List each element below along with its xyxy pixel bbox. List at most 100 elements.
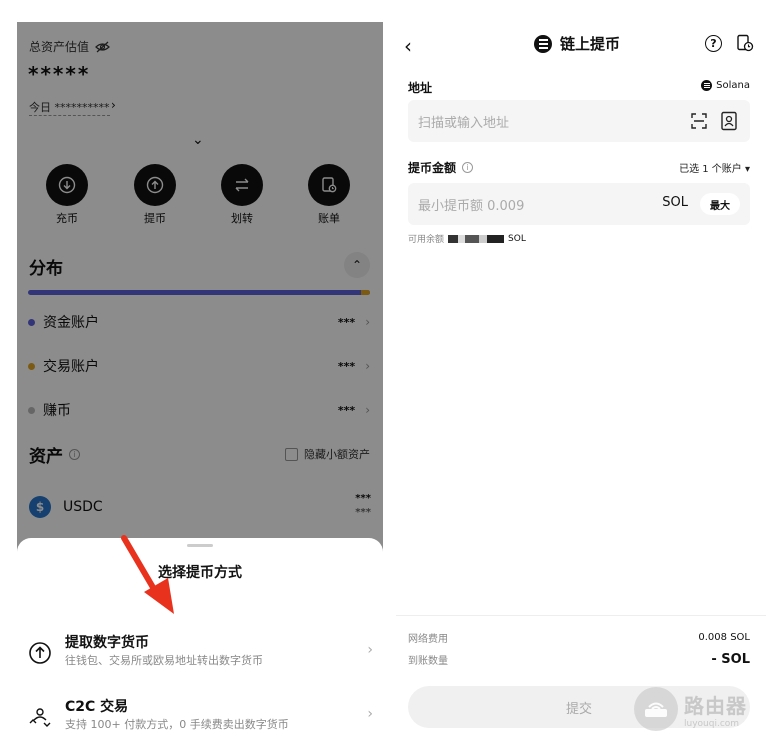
earn-account-dot bbox=[28, 406, 35, 414]
option-title: 提取数字货币 bbox=[65, 635, 149, 651]
asset-estimate-label: 总资产估值 bbox=[29, 40, 90, 54]
amount-header: 提币金额 i bbox=[408, 159, 474, 176]
page-title-text: 链上提币 bbox=[560, 35, 621, 53]
checkbox-icon[interactable] bbox=[285, 447, 298, 461]
account-select[interactable]: 已选 1 个账户 ▾ bbox=[679, 160, 750, 175]
available-unit: SOL bbox=[508, 233, 526, 244]
hide-small-assets-toggle[interactable]: 隐藏小额资产 bbox=[285, 446, 370, 462]
transfer-label: 划转 bbox=[231, 212, 253, 225]
info-icon[interactable]: i bbox=[462, 162, 474, 173]
account-name: 赚币 bbox=[43, 403, 71, 419]
coin-values: *** *** bbox=[355, 492, 371, 520]
account-row-fund[interactable]: 资金账户 *** › bbox=[28, 311, 370, 333]
asset-overview-panel: 总资产估值 ***** 今日 ********** › ⌄ 充币 提币 划转 账… bbox=[17, 22, 383, 742]
sheet-handle[interactable] bbox=[187, 544, 213, 547]
eye-off-icon[interactable] bbox=[95, 41, 110, 53]
address-book-icon[interactable] bbox=[720, 111, 738, 131]
fee-label: 网络费用 bbox=[408, 634, 448, 645]
transfer-icon bbox=[221, 164, 263, 206]
withdraw-crypto-option[interactable]: 提取数字货币 往钱包、交易所或欧易地址转出数字货币 › bbox=[27, 632, 373, 672]
option-subtitle: 支持 100+ 付款方式，0 手续费卖出数字货币 bbox=[65, 718, 289, 731]
watermark-cn: 路由器 bbox=[684, 693, 747, 718]
withdraw-button[interactable]: 提币 bbox=[125, 164, 185, 226]
divider bbox=[396, 615, 766, 616]
account-value: *** bbox=[337, 315, 356, 329]
distribution-bar-trade-segment bbox=[361, 290, 370, 295]
network-name: Solana bbox=[716, 80, 750, 91]
address-input[interactable]: 扫描或输入地址 bbox=[408, 100, 750, 142]
distribution-title: 分布 bbox=[29, 259, 63, 279]
sheet-title: 选择提币方式 bbox=[158, 565, 242, 581]
account-value: *** bbox=[337, 403, 356, 417]
trade-account-dot bbox=[28, 362, 35, 370]
annotation-arrow-icon bbox=[121, 535, 174, 614]
bill-label: 账单 bbox=[318, 212, 340, 225]
coin-value: *** bbox=[355, 493, 371, 504]
coin-row-usdc[interactable]: $ USDC *** *** bbox=[29, 492, 371, 522]
deposit-button[interactable]: 充币 bbox=[37, 164, 97, 226]
assets-title: 资产 bbox=[29, 447, 63, 467]
asset-overview-content: 总资产估值 ***** 今日 ********** › ⌄ 充币 提币 划转 账… bbox=[17, 22, 383, 562]
router-logo-icon bbox=[634, 687, 678, 731]
c2c-users-icon bbox=[29, 708, 51, 727]
history-icon[interactable] bbox=[736, 34, 754, 52]
solana-icon bbox=[534, 34, 552, 53]
usdc-icon: $ bbox=[29, 496, 51, 518]
option-subtitle: 往钱包、交易所或欧易地址转出数字货币 bbox=[65, 654, 263, 667]
network-fee-row: 网络费用 0.008 SOL bbox=[408, 630, 750, 645]
today-pnl[interactable]: 今日 ********** bbox=[29, 99, 110, 116]
account-name: 资金账户 bbox=[43, 315, 99, 331]
chevron-up-icon[interactable]: ⌃ bbox=[344, 252, 370, 278]
coin-sub-value: *** bbox=[355, 507, 371, 518]
watermark-text: 路由器 luyouqi.com bbox=[684, 690, 747, 729]
account-row-trade[interactable]: 交易账户 *** › bbox=[28, 355, 370, 377]
back-arrow-icon[interactable]: ‹ bbox=[404, 34, 412, 58]
chevron-down-icon[interactable]: ⌄ bbox=[192, 132, 204, 148]
available-label: 可用余额 bbox=[408, 235, 445, 245]
help-icon[interactable]: ? bbox=[705, 35, 722, 52]
asset-estimate-header: 总资产估值 bbox=[29, 38, 110, 55]
account-value: *** bbox=[337, 359, 356, 373]
onchain-withdraw-panel: ‹ 链上提币 ? 地址 Solana 扫描或输入地址 提币金额 i 已选 1 个… bbox=[396, 22, 766, 742]
withdraw-icon bbox=[134, 164, 176, 206]
hide-small-assets-label: 隐藏小额资产 bbox=[304, 448, 370, 461]
amount-label: 提币金额 bbox=[408, 161, 457, 175]
watermark-en: luyouqi.com bbox=[684, 718, 740, 729]
chevron-right-icon[interactable]: › bbox=[111, 98, 116, 112]
withdraw-method-sheet: 选择提币方式 提取数字货币 往钱包、交易所或欧易地址转出数字货币 › C2C 交… bbox=[17, 538, 383, 742]
available-balance: 可用余额 SOL bbox=[408, 232, 526, 246]
network-selector[interactable]: Solana bbox=[701, 80, 750, 91]
coin-symbol: USDC bbox=[63, 499, 103, 515]
page-title: 链上提币 bbox=[534, 33, 620, 54]
amount-unit: SOL bbox=[662, 195, 688, 210]
withdraw-label: 提币 bbox=[144, 212, 166, 225]
assets-header: 资产 i bbox=[29, 442, 80, 467]
receive-value: - SOL bbox=[711, 652, 750, 667]
watermark: 路由器 luyouqi.com bbox=[634, 683, 764, 735]
info-icon[interactable]: i bbox=[69, 449, 80, 460]
bill-button[interactable]: 账单 bbox=[299, 164, 359, 226]
account-row-earn[interactable]: 赚币 *** › bbox=[28, 399, 370, 421]
max-button[interactable]: 最大 bbox=[700, 193, 740, 215]
deposit-label: 充币 bbox=[56, 212, 78, 225]
receive-label: 到账数量 bbox=[408, 656, 448, 667]
solana-icon bbox=[701, 80, 713, 91]
address-label: 地址 bbox=[408, 81, 433, 95]
bill-icon bbox=[308, 164, 350, 206]
c2c-trade-option[interactable]: C2C 交易 支持 100+ 付款方式，0 手续费卖出数字货币 › bbox=[27, 696, 373, 736]
amount-input[interactable]: 最小提币额 0.009 SOL 最大 bbox=[408, 183, 750, 225]
receive-amount-row: 到账数量 - SOL bbox=[408, 652, 750, 667]
option-title: C2C 交易 bbox=[65, 699, 129, 715]
redacted-balance bbox=[448, 234, 505, 243]
transfer-button[interactable]: 划转 bbox=[212, 164, 272, 226]
fee-value: 0.008 SOL bbox=[698, 632, 750, 643]
distribution-bar bbox=[28, 290, 370, 295]
account-name: 交易账户 bbox=[43, 359, 99, 375]
chevron-right-icon: › bbox=[367, 642, 373, 658]
upload-circle-icon bbox=[29, 642, 51, 664]
hidden-balance: ***** bbox=[28, 62, 91, 86]
amount-placeholder: 最小提币额 0.009 bbox=[418, 198, 525, 214]
scan-icon[interactable] bbox=[690, 112, 708, 130]
fund-account-dot bbox=[28, 318, 35, 326]
chevron-right-icon: › bbox=[365, 315, 370, 329]
